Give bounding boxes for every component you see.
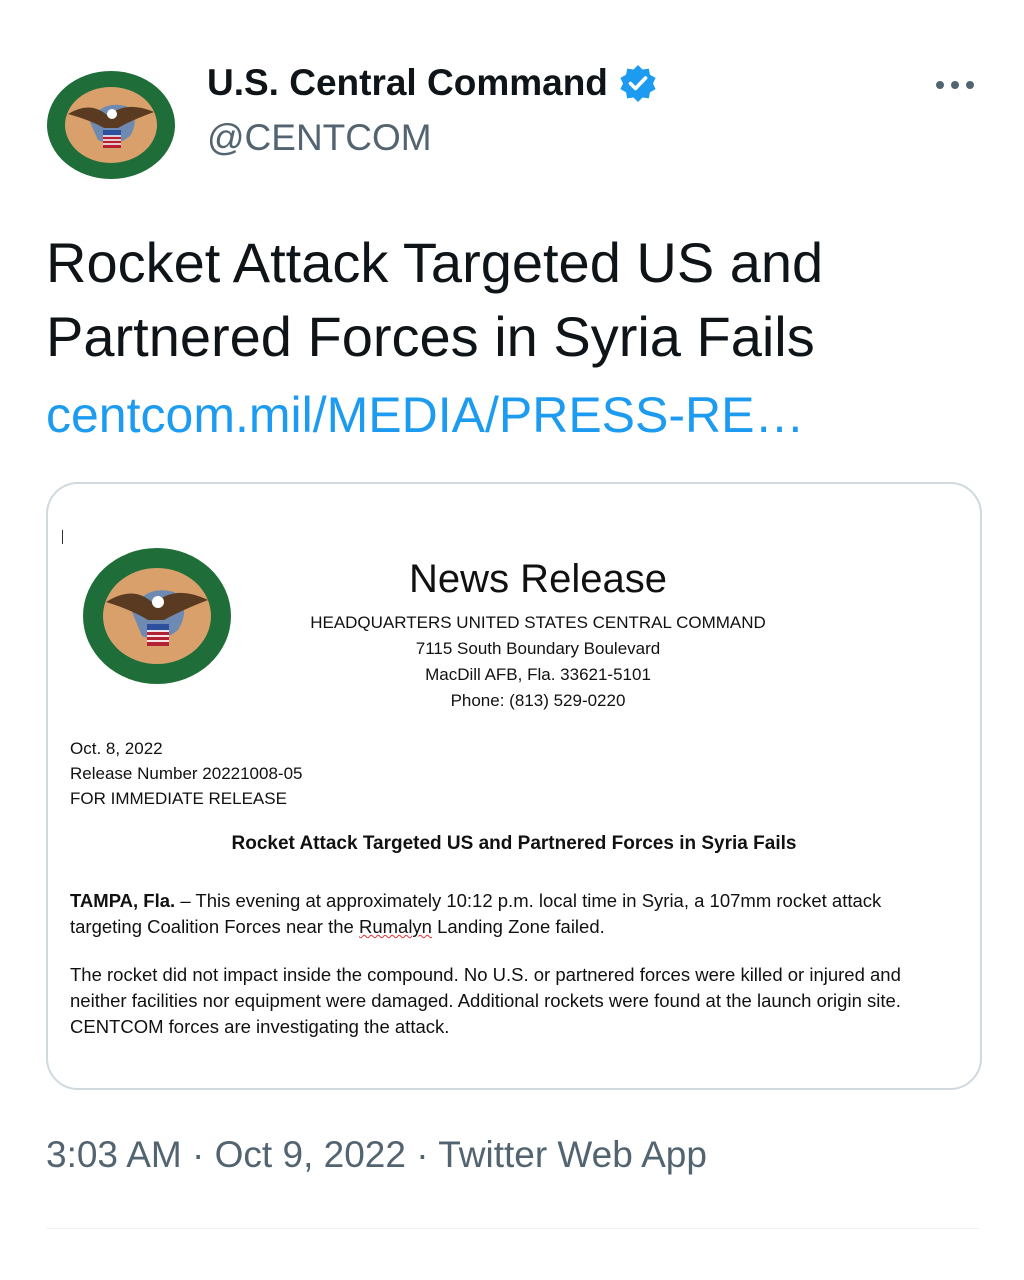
avatar[interactable] bbox=[46, 70, 176, 180]
document-paragraph-2: The rocket did not impact inside the com… bbox=[70, 964, 901, 1037]
more-horizontal-icon bbox=[936, 81, 974, 89]
tweet-text: Rocket Attack Targeted US and Partnered … bbox=[46, 231, 824, 368]
divider bbox=[46, 1228, 980, 1229]
cursor-mark bbox=[62, 530, 63, 544]
document-paragraph-1: TAMPA, Fla. – This evening at approximat… bbox=[70, 888, 950, 940]
document-release-number: Release Number 20221008-05 bbox=[70, 764, 303, 783]
document-address-line-1: 7115 South Boundary Boulevard bbox=[415, 639, 661, 658]
author-name[interactable]: U.S. Central Command bbox=[207, 62, 658, 104]
tweet-link[interactable]: centcom.mil/MEDIA/PRESS-RE… bbox=[46, 380, 804, 450]
tweet-date[interactable]: Oct 9, 2022 bbox=[215, 1134, 406, 1175]
meta-separator: · bbox=[192, 1134, 205, 1175]
verified-badge-icon bbox=[618, 63, 658, 103]
centcom-seal-icon bbox=[83, 548, 231, 684]
document-headline: Rocket Attack Targeted US and Partnered … bbox=[231, 833, 797, 854]
tweet-time[interactable]: 3:03 AM bbox=[46, 1134, 182, 1175]
document-p1-text-b: Landing Zone failed. bbox=[431, 916, 605, 937]
document-header: News Release HEADQUARTERS UNITED STATES … bbox=[303, 554, 773, 714]
author-handle[interactable]: @CENTCOM bbox=[207, 117, 432, 159]
media-card[interactable]: News Release HEADQUARTERS UNITED STATES … bbox=[46, 482, 982, 1090]
tweet-source[interactable]: Twitter Web App bbox=[438, 1134, 707, 1175]
document-dash: – bbox=[175, 890, 196, 911]
document-dateline: TAMPA, Fla. bbox=[70, 890, 176, 911]
document-release-type: FOR IMMEDIATE RELEASE bbox=[70, 789, 287, 808]
document-date: Oct. 8, 2022 bbox=[70, 739, 163, 758]
document-title: News Release bbox=[409, 557, 667, 601]
document-seal bbox=[82, 546, 232, 686]
centcom-seal-icon bbox=[47, 71, 175, 179]
document-place-name: Rumalyn bbox=[358, 916, 432, 937]
more-options-button[interactable] bbox=[930, 70, 980, 100]
author-name-text: U.S. Central Command bbox=[207, 62, 608, 103]
document-meta: Oct. 8, 2022 Release Number 20221008-05 … bbox=[70, 736, 303, 811]
meta-separator: · bbox=[416, 1134, 429, 1175]
tweet-meta: 3:03 AM · Oct 9, 2022 · Twitter Web App bbox=[46, 1134, 707, 1176]
document-hq: HEADQUARTERS UNITED STATES CENTRAL COMMA… bbox=[310, 613, 766, 632]
document-address-line-2: MacDill AFB, Fla. 33621-5101 bbox=[425, 665, 651, 684]
document-phone: Phone: (813) 529-0220 bbox=[450, 691, 626, 710]
